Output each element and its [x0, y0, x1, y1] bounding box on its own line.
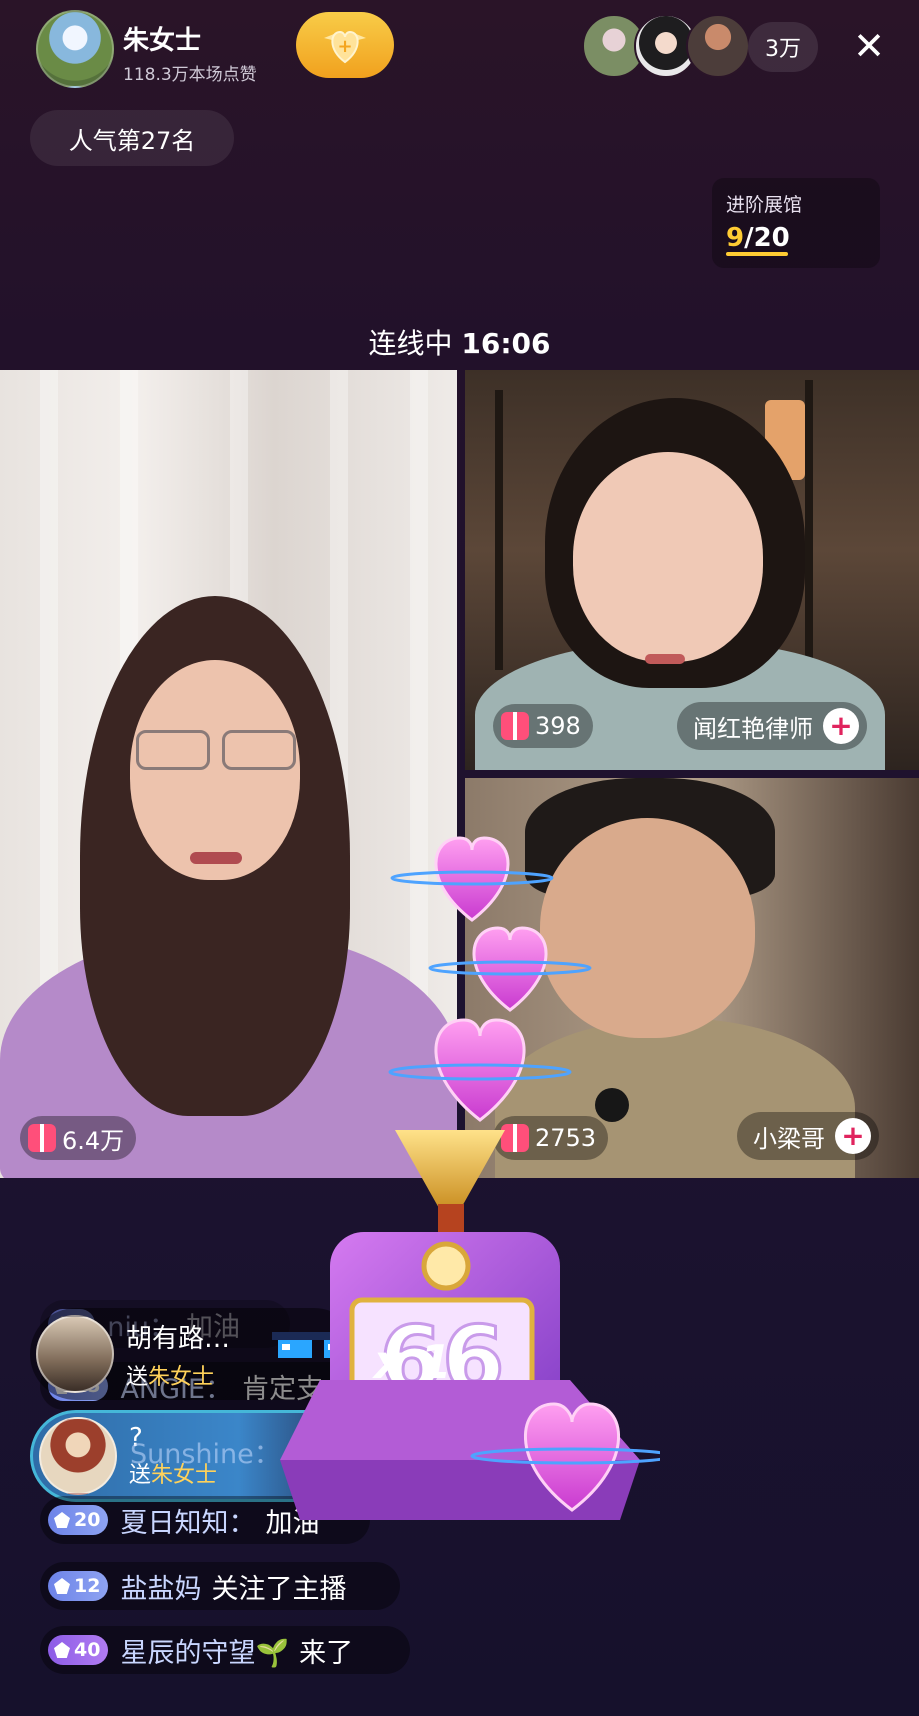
level-badge: 12 — [48, 1571, 109, 1601]
guest-2-name-tag[interactable]: 小梁哥 + — [737, 1112, 879, 1160]
host-info[interactable]: 朱女士 118.3万本场点赞 — [30, 6, 280, 88]
gift-sender-name: 胡有路… — [126, 1323, 231, 1354]
popularity-rank[interactable]: 人气第27名 — [30, 110, 234, 166]
connect-status: 连线中 16:06 — [0, 322, 919, 362]
viewer-avatar[interactable] — [686, 14, 750, 78]
heart-machine-graphic: 66 x 1 — [280, 836, 674, 1520]
guest-1-gift-value: 398 — [535, 712, 581, 740]
level-badge: 20 — [48, 1505, 109, 1535]
gift-sender-avatar[interactable] — [36, 1315, 114, 1393]
gallery-card[interactable]: 进阶展馆 9/20 — [712, 178, 880, 268]
guest-1-gift-count[interactable]: 398 — [493, 704, 593, 748]
gift-icon — [28, 1124, 56, 1152]
gem-icon — [54, 1512, 70, 1528]
close-icon: ✕ — [853, 24, 885, 68]
guest-1-name: 闻红艳律师 — [693, 714, 813, 743]
heart-wings-icon: + — [324, 30, 366, 64]
chat-username-faded: Sunshine： — [130, 1439, 281, 1470]
gem-icon — [54, 1578, 70, 1594]
chat-message[interactable]: 12 盐盐妈 关注了主播 — [40, 1562, 400, 1610]
chat-username[interactable]: 夏日知知： — [120, 1501, 255, 1540]
gallery-progress: 9/20 — [726, 223, 866, 253]
svg-text:+: + — [337, 36, 352, 57]
gallery-total: /20 — [744, 223, 790, 253]
video-panel-guest-1[interactable]: 398 闻红艳律师 + — [465, 370, 919, 770]
host-avatar[interactable] — [36, 10, 114, 88]
main-gift-value: 6.4万 — [62, 1126, 125, 1155]
gallery-progress-bar — [726, 252, 788, 256]
gallery-current: 9 — [726, 223, 745, 253]
main-gift-count[interactable]: 6.4万 — [20, 1116, 137, 1160]
heart-icon — [428, 926, 592, 1012]
gallery-title: 进阶展馆 — [726, 194, 803, 216]
follow-button[interactable]: + — [296, 12, 394, 78]
guest-2-name: 小梁哥 — [753, 1124, 825, 1153]
chat-username[interactable]: 盐盐妈 — [120, 1567, 201, 1606]
connect-label: 连线中 — [368, 327, 453, 360]
chat-message[interactable]: 40 星辰的守望🌱 来了 — [40, 1626, 410, 1674]
level-badge: 40 — [48, 1635, 109, 1665]
chat-text: 关注了主播 — [211, 1573, 347, 1605]
heart-icon — [388, 1018, 572, 1122]
host-name: 朱女士 — [123, 26, 202, 56]
connect-time: 16:06 — [461, 327, 551, 360]
chat-text: 来了 — [299, 1637, 354, 1669]
host-likes: 118.3万本场点赞 — [123, 65, 257, 85]
viewer-count[interactable]: 3万 — [748, 22, 818, 72]
gift-animation: 66 x 1 — [260, 820, 674, 1540]
chat-username[interactable]: 星辰的守望🌱 — [120, 1631, 289, 1670]
plus-icon[interactable]: + — [823, 708, 859, 744]
viewer-avatars[interactable] — [582, 14, 750, 78]
guest-1-name-tag[interactable]: 闻红艳律师 + — [677, 702, 867, 750]
gift-icon — [501, 712, 529, 740]
heart-icon — [390, 836, 554, 922]
gem-icon — [54, 1642, 70, 1658]
plus-icon[interactable]: + — [835, 1118, 871, 1154]
close-button[interactable]: ✕ — [843, 20, 895, 72]
gift-target-line: 送朱女士 — [126, 1364, 215, 1390]
gift-sender-avatar[interactable] — [39, 1417, 117, 1495]
gift-banner-text: 胡有路… 送朱女士 — [126, 1318, 230, 1391]
